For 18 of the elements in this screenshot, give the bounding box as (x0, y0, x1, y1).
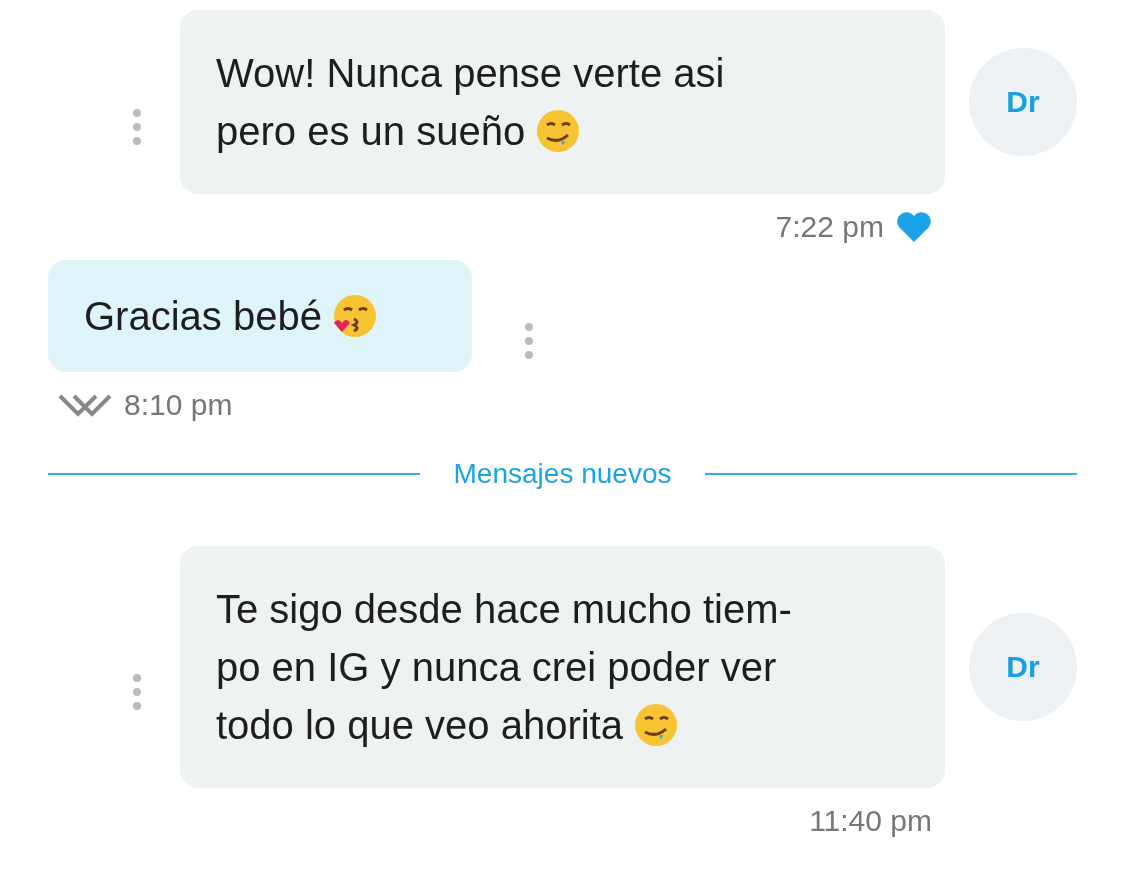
message-time: 8:10 pm (124, 388, 233, 422)
message-text: pero es un sueño (216, 108, 526, 155)
avatar[interactable]: Dr (969, 48, 1077, 156)
message-text: po en IG y nunca crei poder ver (216, 644, 777, 691)
message-text: Te sigo desde hace mucho tiem- (216, 586, 792, 633)
new-messages-label: Mensajes nuevos (453, 458, 672, 490)
avatar[interactable]: Dr (969, 613, 1077, 721)
message-time: 11:40 pm (809, 804, 932, 838)
more-icon[interactable] (524, 323, 534, 359)
more-icon[interactable] (132, 109, 142, 145)
message-text: Wow! Nunca pense verte asi (216, 50, 725, 97)
message-time: 7:22 pm (775, 210, 884, 244)
emoji-icon (535, 108, 582, 154)
more-icon[interactable] (132, 674, 142, 710)
message-text: todo lo que veo ahorita (216, 702, 623, 749)
message-text: Gracias bebé (84, 293, 322, 340)
emoji-icon (331, 293, 378, 339)
emoji-icon (633, 702, 679, 748)
